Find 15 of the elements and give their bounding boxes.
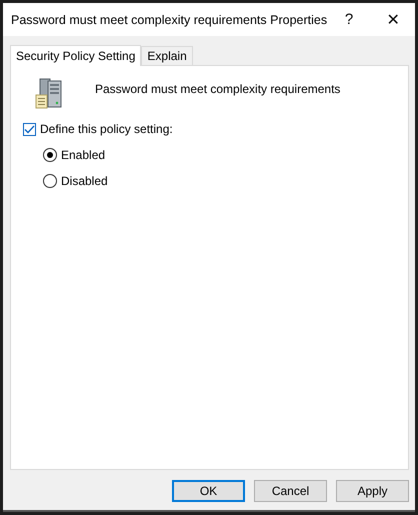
checkbox[interactable] bbox=[23, 122, 36, 136]
window-title: Password must meet complexity requirements Properties bbox=[11, 12, 328, 26]
close-button[interactable]: ✕ bbox=[371, 4, 415, 36]
help-button[interactable]: ? bbox=[327, 4, 372, 36]
checkbox-label: Define this policy setting: bbox=[40, 122, 173, 136]
radio-label: Enabled bbox=[61, 148, 106, 162]
dialog-button[interactable]: Apply bbox=[336, 480, 409, 502]
dialog-button[interactable]: Cancel bbox=[254, 480, 327, 502]
tab[interactable]: Explain bbox=[141, 46, 193, 65]
radio-button[interactable] bbox=[43, 148, 57, 162]
tab[interactable]: Security Policy Setting bbox=[10, 45, 142, 66]
radio-label: Disabled bbox=[61, 174, 108, 188]
policy-name: Password must meet complexity requirements bbox=[95, 82, 340, 96]
dialog-button[interactable]: OK bbox=[172, 480, 245, 502]
radio-button[interactable] bbox=[43, 174, 57, 188]
